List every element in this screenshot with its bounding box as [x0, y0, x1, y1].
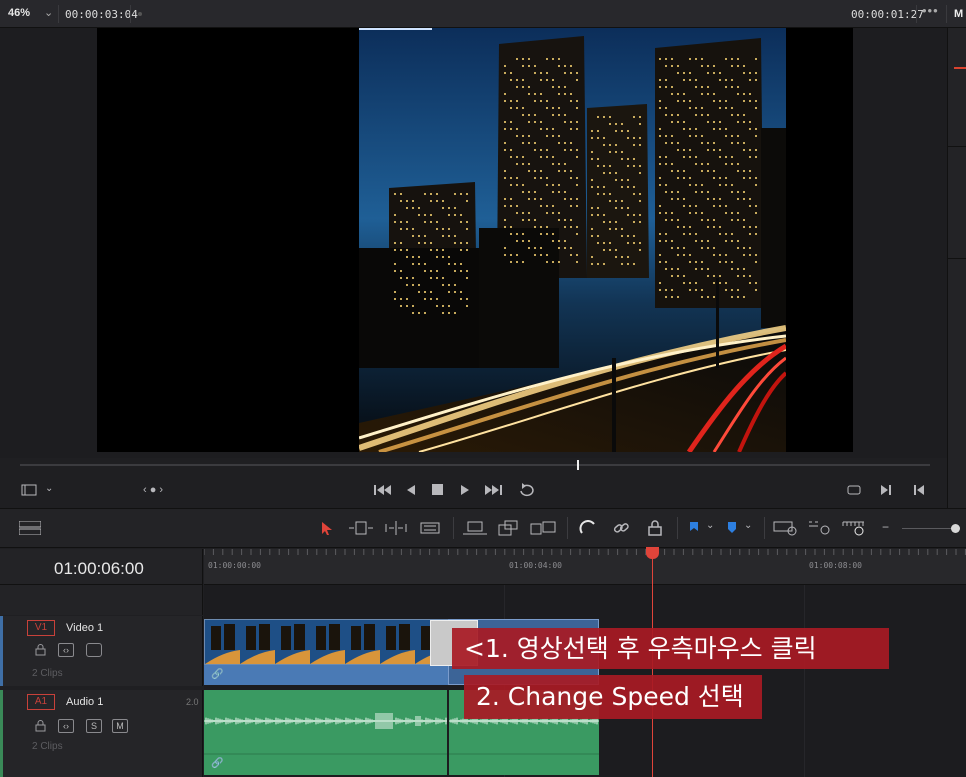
- trim-edit-icon[interactable]: [348, 520, 374, 536]
- divider: [567, 517, 568, 539]
- chevron-down-icon[interactable]: ⌄: [744, 521, 752, 531]
- zoom-level[interactable]: 46%: [8, 7, 30, 19]
- dynamic-trim-icon[interactable]: [384, 520, 408, 536]
- timeline-toolbar: ⌄ ⌄ −: [0, 508, 966, 548]
- overwrite-icon[interactable]: [462, 520, 488, 536]
- next-edit-icon[interactable]: [880, 484, 892, 496]
- solo-button[interactable]: S: [86, 719, 102, 733]
- ruler-label: 01:00:00:00: [208, 561, 261, 570]
- viewer-frame: [97, 28, 853, 452]
- replace-icon[interactable]: [498, 520, 518, 536]
- active-indicator: [954, 67, 966, 69]
- video-clip-thumbnails[interactable]: [204, 619, 448, 665]
- track-badge[interactable]: A1: [27, 694, 55, 710]
- loop-icon[interactable]: [518, 483, 536, 497]
- prev-edit-icon[interactable]: [913, 484, 925, 496]
- track-clip-count: 2 Clips: [32, 668, 63, 679]
- timeline-view-options-icon[interactable]: [19, 521, 41, 535]
- video-clip-1[interactable]: 🔗: [204, 665, 448, 685]
- divider: [916, 5, 917, 23]
- selection-arrow-icon[interactable]: [321, 521, 333, 536]
- zoom-full-icon[interactable]: [773, 520, 799, 536]
- transport-controls: ⌄ ‹ ● ›: [0, 476, 947, 506]
- play-reverse-icon[interactable]: [406, 484, 416, 496]
- grid-line: [804, 585, 805, 777]
- annotation-step-2: 2. Change Speed 선택: [464, 675, 762, 719]
- track-name[interactable]: Audio 1: [66, 696, 103, 708]
- more-options-icon[interactable]: •••: [922, 3, 939, 18]
- preview-image: [359, 28, 786, 452]
- zoom-custom-icon[interactable]: [842, 520, 868, 536]
- divider: [453, 517, 454, 539]
- mute-button[interactable]: M: [112, 719, 128, 733]
- panel-label: M: [954, 8, 964, 20]
- zoom-detail-icon[interactable]: [808, 520, 834, 536]
- chevron-down-icon[interactable]: ⌄: [706, 521, 714, 531]
- link-icon[interactable]: [612, 520, 630, 536]
- divider: [946, 5, 947, 23]
- audio-waveform: [204, 713, 447, 755]
- track-accent: [0, 616, 3, 686]
- auto-select-icon[interactable]: ‹›: [58, 643, 74, 657]
- audio-clip-1[interactable]: 🔗: [204, 690, 447, 775]
- audio-track-header[interactable]: A1 Audio 1 2.0 ‹› S M 2 Clips: [0, 690, 203, 777]
- lock-icon[interactable]: [35, 720, 46, 732]
- first-frame-icon[interactable]: [373, 484, 391, 496]
- stop-icon[interactable]: [432, 484, 443, 495]
- duration-timecode: 00:00:01:27: [851, 8, 924, 21]
- annotation-step-1: <1. 영상선택 후 우측마우스 클릭: [452, 628, 889, 669]
- track-name[interactable]: Video 1: [66, 622, 103, 634]
- scrubber-handle[interactable]: [577, 460, 579, 470]
- link-icon: 🔗: [211, 669, 224, 680]
- channel-format: 2.0: [186, 697, 199, 707]
- lock-icon[interactable]: [647, 520, 663, 536]
- zoom-slider-handle[interactable]: [951, 524, 960, 533]
- ruler-label: 01:00:08:00: [809, 561, 862, 570]
- timeline-header: 01:00:06:00: [0, 549, 203, 615]
- zoom-slider[interactable]: [902, 528, 956, 529]
- divider: [764, 517, 765, 539]
- auto-select-icon[interactable]: ‹›: [58, 719, 74, 733]
- playhead-handle[interactable]: [646, 547, 659, 559]
- divider: [130, 5, 131, 23]
- divider: [58, 5, 59, 23]
- divider: [677, 517, 678, 539]
- current-timecode[interactable]: 01:00:06:00: [54, 559, 144, 579]
- last-frame-icon[interactable]: [485, 484, 503, 496]
- track-clip-count: 2 Clips: [32, 741, 63, 752]
- inspector-edge-panel: [947, 28, 966, 508]
- chevron-down-icon[interactable]: ⌄: [45, 484, 53, 494]
- track-display-icon[interactable]: [86, 643, 102, 657]
- blade-icon[interactable]: [420, 521, 440, 535]
- divider: [948, 146, 966, 147]
- status-dot-icon: [138, 12, 142, 16]
- scrubber-bar[interactable]: [20, 464, 930, 466]
- divider: [948, 258, 966, 259]
- ripple-overwrite-icon[interactable]: [530, 520, 556, 536]
- lock-icon[interactable]: [35, 644, 46, 656]
- link-icon: 🔗: [211, 758, 224, 769]
- timeline-ruler[interactable]: 01:00:00:00 01:00:04:00 01:00:08:00: [204, 549, 966, 585]
- chevron-down-icon[interactable]: ⌄: [44, 6, 53, 19]
- divider: [0, 584, 203, 585]
- video-viewer[interactable]: [0, 28, 947, 458]
- play-icon[interactable]: [460, 484, 470, 496]
- flag-icon[interactable]: [689, 521, 699, 535]
- viewer-top-bar: 46% ⌄ 00:00:03:04 00:00:01:27 ••• M: [0, 0, 966, 28]
- viewer-layout-icon[interactable]: [21, 484, 37, 496]
- source-timecode: 00:00:03:04: [65, 8, 138, 21]
- match-frame-icon[interactable]: [846, 484, 862, 496]
- video-track-header[interactable]: V1 Video 1 ‹› 2 Clips: [0, 616, 203, 686]
- track-badge[interactable]: V1: [27, 620, 55, 636]
- ruler-label: 01:00:04:00: [509, 561, 562, 570]
- track-accent: [0, 690, 3, 777]
- prev-next-nav-icon[interactable]: ‹ ● ›: [143, 485, 163, 496]
- marker-icon[interactable]: [727, 521, 737, 535]
- ruler-ticks: [204, 549, 966, 555]
- snapping-icon[interactable]: [579, 520, 597, 536]
- zoom-out-icon[interactable]: −: [882, 521, 889, 533]
